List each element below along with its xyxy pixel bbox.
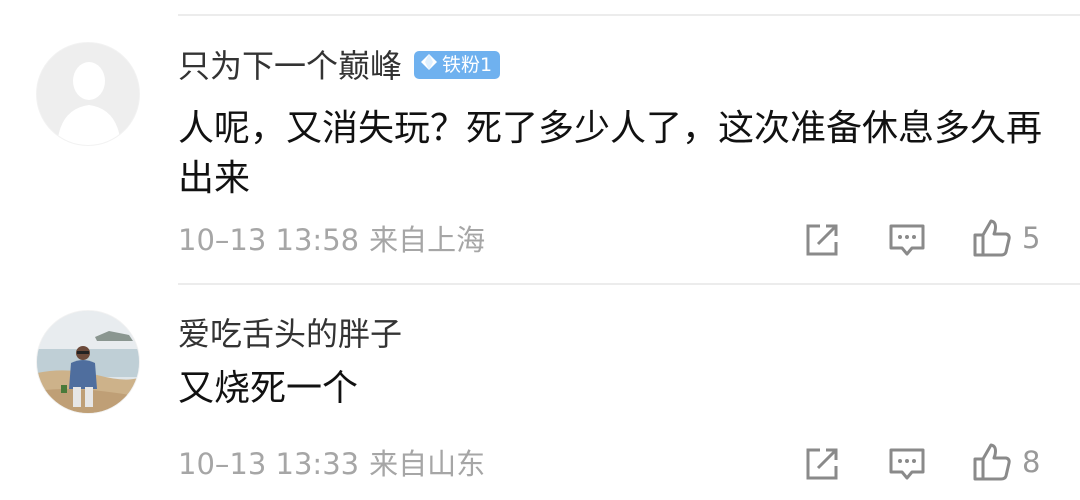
comment-text: 人呢，又消失玩？死了多少人了，这次准备休息多久再出来: [178, 108, 1043, 199]
share-icon: [806, 448, 838, 480]
thumbs-up-icon: [973, 443, 1011, 481]
like-button[interactable]: 5: [972, 218, 1040, 258]
share-icon: [806, 224, 838, 256]
top-divider: [178, 14, 1080, 16]
share-button[interactable]: [804, 222, 840, 258]
location: 来自上海: [369, 223, 486, 257]
user-photo-avatar: [37, 311, 139, 413]
timestamp: 10–13 13:33: [178, 447, 360, 481]
location: 来自山东: [369, 447, 486, 481]
comment-icon: [889, 448, 925, 480]
thumbs-up-icon: [973, 219, 1011, 257]
comment-meta: 10–13 13:58 来自上海: [178, 220, 485, 260]
comment-meta: 10–13 13:33 来自山东: [178, 444, 485, 484]
comment-text: 又烧死一个: [178, 368, 359, 409]
diamond-icon: [420, 51, 438, 79]
username[interactable]: 爱吃舌头的胖子: [178, 314, 402, 354]
reply-button[interactable]: [888, 222, 926, 258]
timestamp: 10–13 13:58: [178, 223, 360, 257]
avatar[interactable]: [36, 42, 140, 146]
like-count: 5: [1022, 221, 1041, 255]
fan-badge[interactable]: 铁粉1: [414, 51, 501, 79]
like-button[interactable]: 8: [972, 442, 1040, 482]
comment-icon: [889, 224, 925, 256]
default-avatar-icon: [37, 43, 139, 145]
username[interactable]: 只为下一个巅峰 铁粉1: [178, 46, 501, 86]
avatar[interactable]: [36, 310, 140, 414]
reply-button[interactable]: [888, 446, 926, 482]
comment-divider: [178, 283, 1080, 285]
share-button[interactable]: [804, 446, 840, 482]
like-count: 8: [1022, 445, 1041, 479]
